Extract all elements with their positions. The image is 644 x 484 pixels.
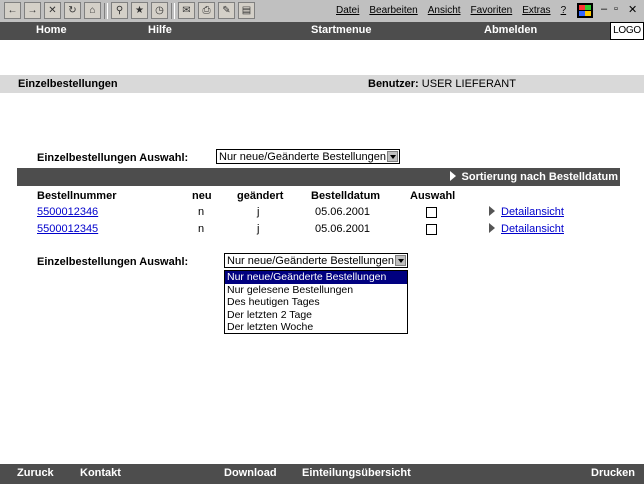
dropdown-option[interactable]: Der letzten Woche bbox=[225, 321, 407, 334]
order-filter-dropdown: Nur neue/Geänderte Bestellungen Nur gele… bbox=[224, 270, 408, 334]
col-header-date: Bestelldatum bbox=[311, 190, 381, 202]
arrow-right-icon bbox=[489, 206, 495, 216]
browser-toolbar: ← → ✕ ↻ ⌂ ⚲ ★ ◷ ✉ ⎙ ✎ ▤ Datei Bearbeiten… bbox=[0, 0, 644, 23]
menu-ansicht[interactable]: Ansicht bbox=[428, 5, 461, 16]
minimize-icon[interactable]: – bbox=[601, 3, 607, 15]
detail-link[interactable]: Detailansicht bbox=[501, 223, 564, 235]
toolbar-icons: ← → ✕ ↻ ⌂ ⚲ ★ ◷ ✉ ⎙ ✎ ▤ bbox=[4, 2, 255, 19]
order-filter-select-2[interactable]: Nur neue/Geänderte Bestellungen bbox=[224, 253, 408, 268]
menu-extras[interactable]: Extras bbox=[522, 5, 550, 16]
arrow-right-icon bbox=[489, 223, 495, 233]
order-filter-select[interactable]: Nur neue/Geänderte Bestellungen bbox=[216, 149, 400, 164]
col-header-select: Auswahl bbox=[410, 190, 456, 202]
cell-date: 05.06.2001 bbox=[315, 206, 371, 218]
nav-help[interactable]: Hilfe bbox=[148, 24, 172, 36]
back-icon[interactable]: ← bbox=[4, 2, 21, 19]
order-number-link[interactable]: 5500012345 bbox=[37, 223, 98, 235]
windows-logo-icon bbox=[577, 3, 593, 18]
user-info: Benutzer: USER LIEFERANT bbox=[368, 78, 516, 90]
history-icon[interactable]: ◷ bbox=[151, 2, 168, 19]
order-filter-value-2: Nur neue/Geänderte Bestellungen bbox=[227, 255, 394, 267]
detail-link-wrap[interactable]: Detailansicht bbox=[489, 206, 564, 218]
browser-menu: Datei Bearbeiten Ansicht Favoriten Extra… bbox=[336, 5, 566, 16]
top-navigation: Home Hilfe Startmenue Abmelden bbox=[0, 22, 644, 40]
sort-label: Sortierung nach Bestelldatum bbox=[461, 171, 618, 183]
dropdown-option[interactable]: Nur neue/Geänderte Bestellungen bbox=[225, 271, 407, 284]
select-checkbox[interactable] bbox=[426, 207, 437, 218]
forward-icon[interactable]: → bbox=[24, 2, 41, 19]
toolbar-separator bbox=[171, 2, 175, 19]
print-icon[interactable]: ⎙ bbox=[198, 2, 215, 19]
cell-date: 05.06.2001 bbox=[315, 223, 371, 235]
order-number-link[interactable]: 5500012346 bbox=[37, 206, 98, 218]
nav-contact[interactable]: Kontakt bbox=[80, 467, 121, 479]
bottom-navigation: Zuruck Kontakt Download Einteilungsübers… bbox=[0, 464, 644, 484]
toolbar-separator bbox=[104, 2, 108, 19]
cell-new: n bbox=[198, 223, 205, 235]
detail-link-wrap[interactable]: Detailansicht bbox=[489, 223, 564, 235]
search-icon[interactable]: ⚲ bbox=[111, 2, 128, 19]
edit-icon[interactable]: ✎ bbox=[218, 2, 235, 19]
dropdown-option[interactable]: Nur gelesene Bestellungen bbox=[225, 284, 407, 297]
dropdown-option[interactable]: Des heutigen Tages bbox=[225, 296, 407, 309]
arrow-right-icon bbox=[449, 171, 456, 181]
mail-icon[interactable]: ✉ bbox=[178, 2, 195, 19]
menu-favoriten[interactable]: Favoriten bbox=[471, 5, 513, 16]
col-header-changed: geändert bbox=[237, 190, 284, 202]
sort-by-date-link[interactable]: Sortierung nach Bestelldatum bbox=[449, 171, 618, 183]
col-header-new: neu bbox=[192, 190, 212, 202]
favorites-icon[interactable]: ★ bbox=[131, 2, 148, 19]
menu-bearbeiten[interactable]: Bearbeiten bbox=[369, 5, 417, 16]
cell-changed: j bbox=[257, 206, 260, 218]
user-label: Benutzer: bbox=[368, 78, 419, 90]
nav-back[interactable]: Zuruck bbox=[17, 467, 54, 479]
order-filter-value: Nur neue/Geänderte Bestellungen bbox=[219, 151, 386, 163]
page-title-bar: Einzelbestellungen Benutzer: USER LIEFER… bbox=[0, 75, 644, 93]
discuss-icon[interactable]: ▤ bbox=[238, 2, 255, 19]
cell-changed: j bbox=[257, 223, 260, 235]
select-checkbox[interactable] bbox=[426, 224, 437, 235]
restore-icon[interactable]: ▫ bbox=[614, 3, 618, 15]
stop-icon[interactable]: ✕ bbox=[44, 2, 61, 19]
selection-label-2: Einzelbestellungen Auswahl: bbox=[37, 256, 189, 268]
nav-download[interactable]: Download bbox=[224, 467, 277, 479]
page-title: Einzelbestellungen bbox=[18, 78, 118, 90]
menu-datei[interactable]: Datei bbox=[336, 5, 359, 16]
selection-label: Einzelbestellungen Auswahl: bbox=[37, 152, 189, 164]
cell-new: n bbox=[198, 206, 205, 218]
nav-start-menu[interactable]: Startmenue bbox=[311, 24, 372, 36]
sort-bar: Sortierung nach Bestelldatum bbox=[17, 168, 620, 186]
chevron-down-icon[interactable] bbox=[387, 151, 398, 162]
detail-link[interactable]: Detailansicht bbox=[501, 206, 564, 218]
dropdown-option[interactable]: Der letzten 2 Tage bbox=[225, 309, 407, 322]
user-value: USER LIEFERANT bbox=[421, 78, 516, 90]
menu-help[interactable]: ? bbox=[561, 5, 567, 16]
close-icon[interactable]: ✕ bbox=[628, 3, 637, 16]
nav-print[interactable]: Drucken bbox=[591, 467, 635, 479]
nav-overview[interactable]: Einteilungsübersicht bbox=[302, 467, 411, 479]
logo: LOGO bbox=[610, 22, 644, 40]
chevron-down-icon[interactable] bbox=[395, 255, 406, 266]
nav-home[interactable]: Home bbox=[36, 24, 67, 36]
home-icon[interactable]: ⌂ bbox=[84, 2, 101, 19]
refresh-icon[interactable]: ↻ bbox=[64, 2, 81, 19]
col-header-number: Bestellnummer bbox=[37, 190, 117, 202]
nav-logout[interactable]: Abmelden bbox=[484, 24, 537, 36]
